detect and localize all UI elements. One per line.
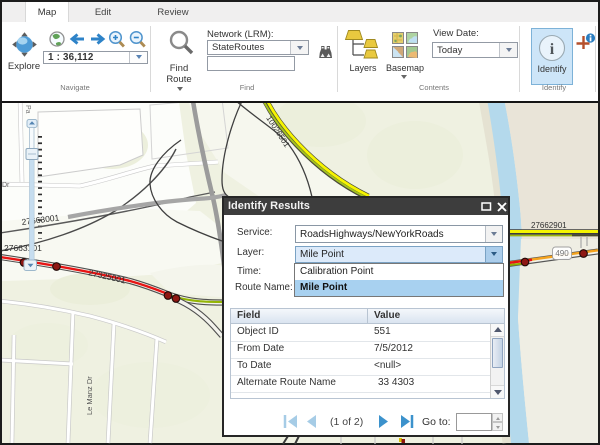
svg-text:27663101: 27663101 xyxy=(4,243,42,253)
svg-text:27662901: 27662901 xyxy=(531,221,567,230)
svg-text:Pa: Pa xyxy=(24,105,31,114)
svg-text:490: 490 xyxy=(555,249,569,258)
svg-text:Le Manz Dr: Le Manz Dr xyxy=(85,376,94,415)
svg-text:i: i xyxy=(550,41,555,58)
svg-text:Dr: Dr xyxy=(2,182,10,189)
